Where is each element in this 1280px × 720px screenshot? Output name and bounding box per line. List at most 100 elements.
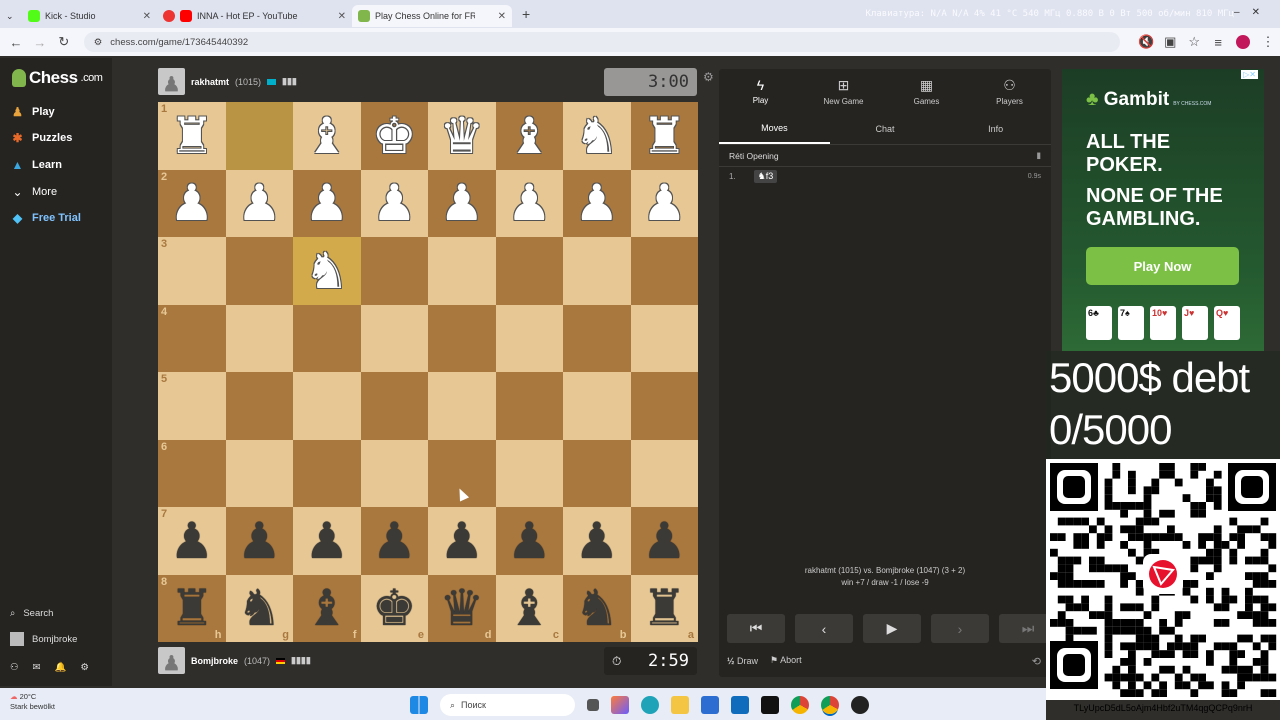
white-pawn-icon[interactable]: ♟ [574,178,619,228]
board-square[interactable]: ♜ [630,102,698,170]
board-square[interactable]: ♟ [428,169,496,237]
avatar[interactable]: ♟ [158,647,185,674]
copilot-icon[interactable] [611,696,629,714]
board-square[interactable]: ♟ [630,169,698,237]
black-pawn-icon[interactable]: ♟ [372,516,417,566]
chrome-icon[interactable] [791,696,809,714]
black-pawn-icon[interactable]: ♟ [169,516,214,566]
board-square[interactable] [630,237,698,305]
store-icon[interactable] [701,696,719,714]
board-square[interactable] [225,304,293,372]
chrome-active-icon[interactable] [821,696,839,714]
board-square[interactable]: 1 ♜ [158,102,226,170]
board-square[interactable]: ♟ [225,507,293,575]
board-square[interactable]: 8 h ♜ [158,574,226,642]
board-square[interactable]: ♟ [293,507,361,575]
board-square[interactable] [360,439,428,507]
board-square[interactable] [495,439,563,507]
browser-tab-youtube[interactable]: INNA - Hot EP - YouTube ✕ [157,5,352,27]
draw-button[interactable]: ½ Draw [727,656,758,666]
site-info-icon[interactable]: ⚙ [94,37,103,48]
board-square[interactable]: c ♝ [495,574,563,642]
white-pawn-icon[interactable]: ♟ [507,178,552,228]
gear-icon[interactable]: ⚙ [80,662,89,673]
board-square[interactable] [293,439,361,507]
board-square[interactable]: ♟ [225,169,293,237]
white-pawn-icon[interactable]: ♟ [304,178,349,228]
white-pawn-icon[interactable]: ♟ [237,178,282,228]
black-rook-icon[interactable]: ♜ [642,583,687,633]
board-square[interactable]: ♝ [495,102,563,170]
board-square[interactable] [360,304,428,372]
black-knight-icon[interactable]: ♞ [574,583,619,633]
board-square[interactable] [630,439,698,507]
board-square[interactable] [225,372,293,440]
board-square[interactable]: ♟ [495,507,563,575]
sidebar-search[interactable]: ⌕ Search [10,608,53,619]
nvidia-icon[interactable] [761,696,779,714]
chess-logo[interactable]: Chess .com [12,68,103,88]
board-square[interactable]: 7 ♟ [158,507,226,575]
board-square[interactable]: g ♞ [225,574,293,642]
cast-icon[interactable]: ▣ [1158,34,1182,50]
board-square[interactable]: 6 [158,439,226,507]
board-square[interactable] [225,102,293,170]
black-bishop-icon[interactable]: ♝ [304,583,349,633]
board-square[interactable] [563,304,631,372]
messages-icon[interactable]: ✉ [33,662,41,673]
board-square[interactable] [428,372,496,440]
close-icon[interactable]: ✕ [498,11,506,22]
board-square[interactable]: ♞ [293,237,361,305]
white-bishop-icon[interactable]: ♝ [507,111,552,161]
tab-new-game[interactable]: ⊞ New Game [802,69,885,113]
tab-info[interactable]: Info [940,113,1051,144]
board-square[interactable]: d ♛ [428,574,496,642]
play-now-button[interactable]: Play Now [1086,247,1239,285]
white-bishop-icon[interactable]: ♝ [304,111,349,161]
board-square[interactable]: ♟ [563,169,631,237]
board-square[interactable]: 3 [158,237,226,305]
sidebar-item-learn[interactable]: ▲ Learn [10,157,62,172]
board-square[interactable]: ♟ [293,169,361,237]
black-bishop-icon[interactable]: ♝ [507,583,552,633]
url-field[interactable]: ⚙ chess.com/game/173645440392 [83,32,1121,52]
board-square[interactable]: ♟ [630,507,698,575]
board-settings-icon[interactable]: ⚙ [703,70,714,84]
board-square[interactable]: 2 ♟ [158,169,226,237]
black-pawn-icon[interactable]: ♟ [642,516,687,566]
board-square[interactable]: e ♚ [360,574,428,642]
board-square[interactable] [293,372,361,440]
abort-button[interactable]: ⚑ Abort [770,655,802,666]
white-pawn-icon[interactable]: ♟ [372,178,417,228]
browser-tab-kick[interactable]: Kick - Studio ✕ [22,5,157,27]
board-square[interactable] [563,372,631,440]
new-tab-button[interactable]: + [522,6,530,22]
profile-avatar[interactable] [1236,35,1251,49]
board-square[interactable]: 5 [158,372,226,440]
task-view-icon[interactable] [587,699,599,711]
board-square[interactable] [630,304,698,372]
black-king-icon[interactable]: ♚ [372,583,417,633]
avatar[interactable]: ♟ [158,68,185,95]
white-pawn-icon[interactable]: ♟ [439,178,484,228]
board-square[interactable]: ♟ [495,169,563,237]
sidebar-user[interactable]: Bomjbroke [10,632,77,646]
board-square[interactable] [360,372,428,440]
forward-icon[interactable]: → [28,35,52,50]
reload-icon[interactable]: ↻ [52,34,76,50]
white-pawn-icon[interactable]: ♟ [642,178,687,228]
move-cell[interactable]: ♞f3 [753,169,778,183]
file-explorer-icon[interactable] [671,696,689,714]
board-square[interactable] [293,304,361,372]
white-rook-icon[interactable]: ♜ [642,111,687,161]
board-square[interactable] [360,237,428,305]
board-square[interactable]: a ♜ [630,574,698,642]
flip-board-icon[interactable]: ⟲ [1032,655,1041,668]
tab-menu-button[interactable]: ⌄ [0,5,22,27]
gambit-ad[interactable]: ▷✕ ♣ Gambit BY CHESS.COM ALL THE POKER. N… [1062,69,1264,351]
previous-move-button[interactable]: ‹ [795,614,853,643]
mute-icon[interactable]: 🔇 [1134,34,1158,50]
board-square[interactable]: ♝ [293,102,361,170]
board-square[interactable] [225,439,293,507]
bell-icon[interactable]: 🔔 [55,662,67,673]
